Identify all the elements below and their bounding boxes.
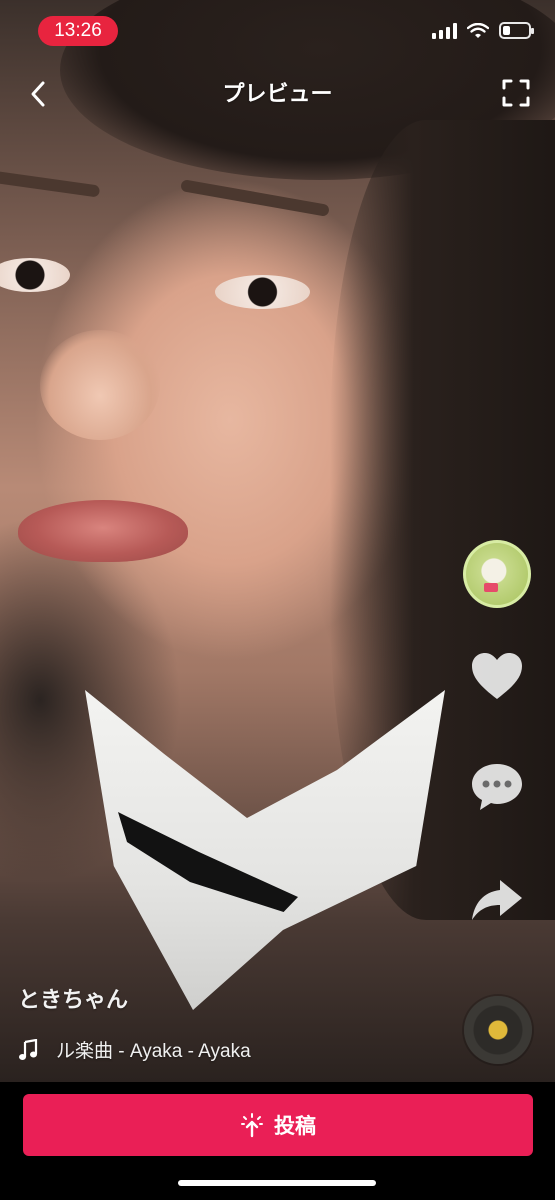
battery-fill <box>503 26 510 35</box>
home-indicator <box>178 1180 376 1186</box>
heart-icon <box>472 653 522 699</box>
wifi-icon <box>467 22 489 38</box>
sparkle-upload-icon <box>241 1113 263 1138</box>
music-note-icon <box>19 1038 38 1060</box>
eyebrow-left <box>0 170 101 198</box>
username[interactable]: ときちゃん <box>18 982 128 1014</box>
battery-icon <box>499 22 534 39</box>
page-title: プレビュー <box>222 82 333 107</box>
comment-bubble-icon <box>472 764 522 810</box>
fullscreen-icon <box>502 79 530 107</box>
fullscreen-button[interactable] <box>501 78 531 108</box>
music-info[interactable]: ル楽曲 - Ayaka - Ayaka <box>18 1036 251 1063</box>
profile-button[interactable] <box>462 540 532 608</box>
eye-left <box>0 258 70 292</box>
music-title: ル楽曲 - Ayaka - Ayaka <box>56 1041 251 1062</box>
eyebrow-right <box>180 179 330 217</box>
like-button[interactable] <box>462 652 532 702</box>
status-time: 13:26 <box>38 16 118 46</box>
share-button[interactable] <box>462 878 532 922</box>
music-disc-icon[interactable] <box>464 996 532 1064</box>
status-icons <box>432 22 534 39</box>
post-button[interactable]: 投稿 <box>23 1094 533 1156</box>
lips <box>18 500 188 562</box>
signal-bars-icon <box>432 22 457 39</box>
post-label: 投稿 <box>274 1114 316 1138</box>
profile-avatar <box>463 540 531 608</box>
eye-right <box>215 275 310 309</box>
share-arrow-icon <box>472 880 522 920</box>
status-bar: 13:26 <box>0 0 555 62</box>
top-nav: プレビュー <box>0 70 555 120</box>
nose <box>40 330 160 440</box>
shirt-collar <box>85 690 445 1010</box>
comment-button[interactable] <box>462 762 532 812</box>
